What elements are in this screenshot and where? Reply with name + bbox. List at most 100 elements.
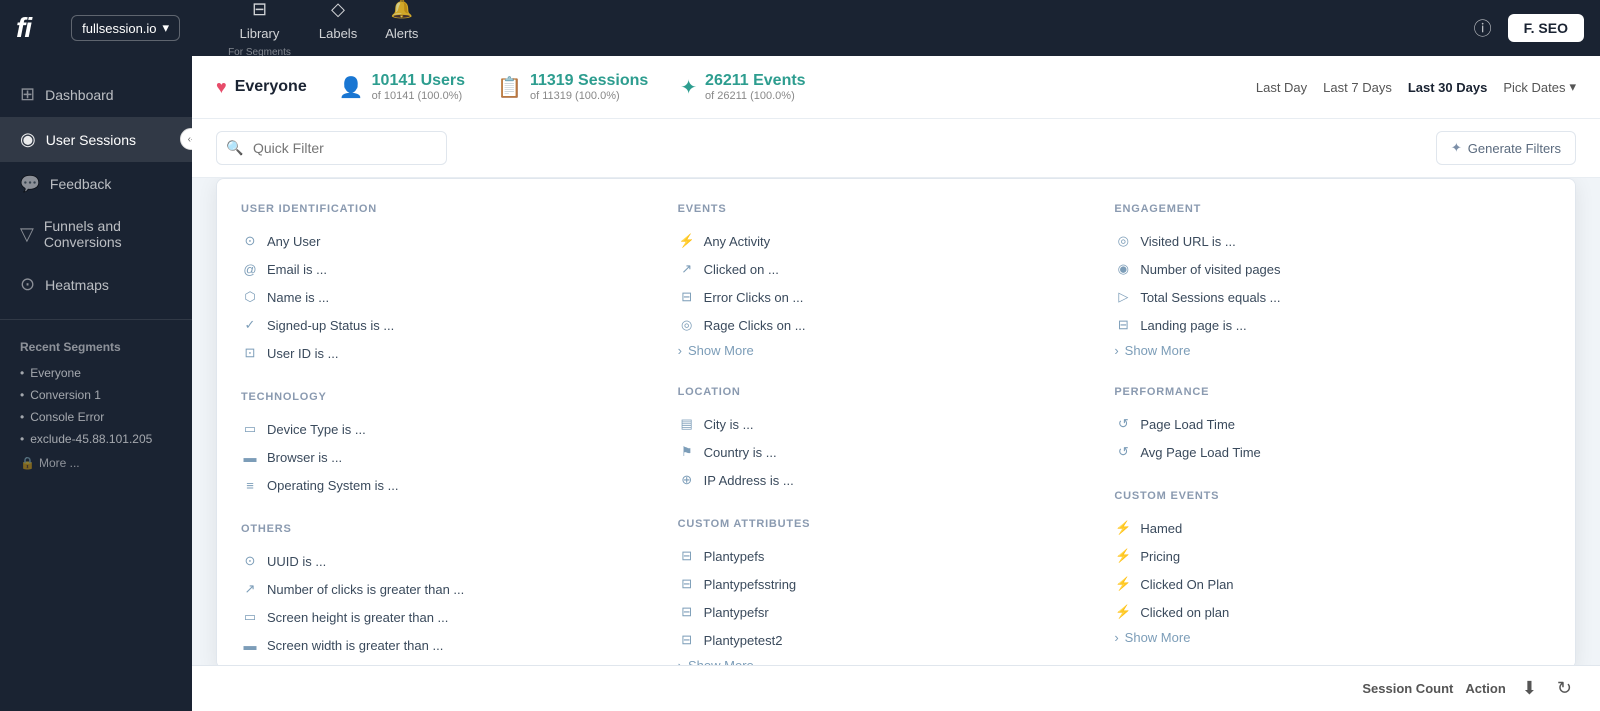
user-sessions-icon: ◉ (20, 129, 36, 150)
filter-landing-page[interactable]: ⊟ Landing page is ... (1114, 311, 1535, 339)
device-type-icon: ▭ (241, 420, 259, 438)
sidebar-item-funnels[interactable]: ▽ Funnels and Conversions (0, 206, 192, 262)
section-user-identification: USER IDENTIFICATION ⊙ Any User @ Email i… (241, 203, 678, 391)
col2: EVENTS ⚡ Any Activity ↗ Clicked on ... ⊟… (678, 203, 1115, 669)
download-button[interactable]: ⬇ (1518, 674, 1541, 703)
nav-right: ⓘ F. SEO (1474, 14, 1584, 42)
heart-icon: ♥ (216, 77, 227, 98)
events-sub: of 26211 (100.0%) (705, 90, 806, 102)
plantypefsstring-icon: ⊟ (678, 575, 696, 593)
visited-pages-icon: ◉ (1114, 260, 1132, 278)
filter-plantypetest2[interactable]: ⊟ Plantypetest2 (678, 626, 1099, 654)
filter-plantypefs[interactable]: ⊟ Plantypefs (678, 542, 1099, 570)
org-selector[interactable]: fullsession.io ▾ (71, 15, 180, 41)
num-clicks-icon: ↗ (241, 580, 259, 598)
refresh-button[interactable]: ↻ (1553, 674, 1576, 703)
sidebar-item-dashboard[interactable]: ⊞ Dashboard (0, 72, 192, 117)
sessions-stat: 📋 11319 Sessions of 11319 (100.0%) (497, 72, 648, 102)
filter-any-user[interactable]: ⊙ Any User (241, 227, 662, 255)
time-last-30days[interactable]: Last 30 Days (1408, 80, 1488, 95)
filter-num-visited-pages[interactable]: ◉ Number of visited pages (1114, 255, 1535, 283)
section-engagement: ENGAGEMENT ◎ Visited URL is ... ◉ Number… (1114, 203, 1551, 386)
filter-name[interactable]: ⬡ Name is ... (241, 283, 662, 311)
labels-icon: ◇ (331, 0, 345, 20)
filter-visited-url[interactable]: ◎ Visited URL is ... (1114, 227, 1535, 255)
sidebar-item-user-sessions[interactable]: ◉ User Sessions (0, 117, 192, 162)
nav-labels[interactable]: ◇ Labels (319, 0, 357, 58)
performance-title: PERFORMANCE (1114, 386, 1535, 398)
nav-alerts-label: Alerts (385, 26, 418, 41)
info-icon[interactable]: ⓘ (1474, 15, 1492, 41)
user-identification-title: USER IDENTIFICATION (241, 203, 662, 215)
sidebar-item-heatmaps[interactable]: ⊙ Heatmaps (0, 262, 192, 307)
nav-library[interactable]: ⊟ Library For Segments (228, 0, 291, 58)
custom-events-show-more[interactable]: › Show More (1114, 626, 1535, 649)
filter-city[interactable]: ▤ City is ... (678, 410, 1099, 438)
time-last-7days[interactable]: Last 7 Days (1323, 80, 1392, 95)
events-show-more[interactable]: › Show More (678, 339, 1099, 362)
section-others: OTHERS ⊙ UUID is ... ↗ Number of clicks … (241, 523, 678, 669)
filter-avg-page-load-time[interactable]: ↺ Avg Page Load Time (1114, 438, 1535, 466)
lock-icon: 🔒 (20, 456, 35, 470)
filter-total-sessions[interactable]: ▷ Total Sessions equals ... (1114, 283, 1535, 311)
content-area: USER IDENTIFICATION ⊙ Any User @ Email i… (192, 178, 1600, 711)
recent-console-error[interactable]: Console Error (0, 406, 192, 428)
time-last-day[interactable]: Last Day (1256, 80, 1307, 95)
col3: ENGAGEMENT ◎ Visited URL is ... ◉ Number… (1114, 203, 1551, 669)
sidebar-dashboard-label: Dashboard (45, 87, 114, 103)
heatmaps-icon: ⊙ (20, 274, 35, 295)
filter-clicked-on[interactable]: ↗ Clicked on ... (678, 255, 1099, 283)
clicked-on-plan2-icon: ⚡ (1114, 603, 1132, 621)
total-sessions-icon: ▷ (1114, 288, 1132, 306)
top-nav: fi fullsession.io ▾ ⊟ Library For Segmen… (0, 0, 1600, 56)
filter-clicked-on-plan2[interactable]: ⚡ Clicked on plan (1114, 598, 1535, 626)
nav-labels-label: Labels (319, 26, 357, 41)
filter-screen-width[interactable]: ▬ Screen width is greater than ... (241, 631, 662, 659)
user-button[interactable]: F. SEO (1508, 14, 1584, 42)
filter-page-load-time[interactable]: ↺ Page Load Time (1114, 410, 1535, 438)
custom-events-title: CUSTOM EVENTS (1114, 490, 1535, 502)
filter-browser[interactable]: ▬ Browser is ... (241, 443, 662, 471)
nav-alerts[interactable]: 🔔 Alerts (385, 0, 418, 58)
sidebar-more-btn[interactable]: 🔒 More ... (0, 450, 192, 476)
filter-clicked-on-plan[interactable]: ⚡ Clicked On Plan (1114, 570, 1535, 598)
filter-pricing[interactable]: ⚡ Pricing (1114, 542, 1535, 570)
filter-os[interactable]: ≡ Operating System is ... (241, 471, 662, 499)
filter-num-clicks[interactable]: ↗ Number of clicks is greater than ... (241, 575, 662, 603)
filter-screen-height[interactable]: ▭ Screen height is greater than ... (241, 603, 662, 631)
section-events: EVENTS ⚡ Any Activity ↗ Clicked on ... ⊟… (678, 203, 1115, 386)
generate-filters-button[interactable]: ✦ Generate Filters (1436, 131, 1576, 165)
engagement-show-more[interactable]: › Show More (1114, 339, 1535, 362)
section-location: LOCATION ▤ City is ... ⚑ Country is ... … (678, 386, 1115, 518)
city-icon: ▤ (678, 415, 696, 433)
library-icon: ⊟ (252, 0, 267, 20)
session-count-label: Session Count (1362, 681, 1453, 696)
filter-country[interactable]: ⚑ Country is ... (678, 438, 1099, 466)
filter-rage-clicks[interactable]: ◎ Rage Clicks on ... (678, 311, 1099, 339)
filter-hamed[interactable]: ⚡ Hamed (1114, 514, 1535, 542)
nav-library-label: Library (240, 26, 280, 41)
filter-plantypefsstring[interactable]: ⊟ Plantypefsstring (678, 570, 1099, 598)
quick-filter-input[interactable] (216, 131, 447, 165)
filter-device-type[interactable]: ▭ Device Type is ... (241, 415, 662, 443)
filter-ip-address[interactable]: ⊕ IP Address is ... (678, 466, 1099, 494)
custom-attributes-title: CUSTOM ATTRIBUTES (678, 518, 1099, 530)
time-filters: Last Day Last 7 Days Last 30 Days Pick D… (1256, 79, 1576, 95)
filter-error-clicks[interactable]: ⊟ Error Clicks on ... (678, 283, 1099, 311)
filter-signup-status[interactable]: ✓ Signed-up Status is ... (241, 311, 662, 339)
filter-uuid[interactable]: ⊙ UUID is ... (241, 547, 662, 575)
page-load-time-icon: ↺ (1114, 415, 1132, 433)
pick-dates-btn[interactable]: Pick Dates ▾ (1503, 79, 1576, 95)
location-title: LOCATION (678, 386, 1099, 398)
recent-conversion1[interactable]: Conversion 1 (0, 384, 192, 406)
filter-user-id[interactable]: ⊡ User ID is ... (241, 339, 662, 367)
recent-everyone[interactable]: Everyone (0, 362, 192, 384)
recent-exclude-ip[interactable]: exclude-45.88.101.205 (0, 428, 192, 450)
sidebar-heatmaps-label: Heatmaps (45, 277, 109, 293)
sidebar-item-feedback[interactable]: 💬 Feedback (0, 162, 192, 206)
chevron-right-icon3: › (1114, 343, 1118, 358)
filter-any-activity[interactable]: ⚡ Any Activity (678, 227, 1099, 255)
alerts-icon: 🔔 (391, 0, 413, 20)
filter-plantypefsr[interactable]: ⊟ Plantypefsr (678, 598, 1099, 626)
filter-email[interactable]: @ Email is ... (241, 255, 662, 283)
